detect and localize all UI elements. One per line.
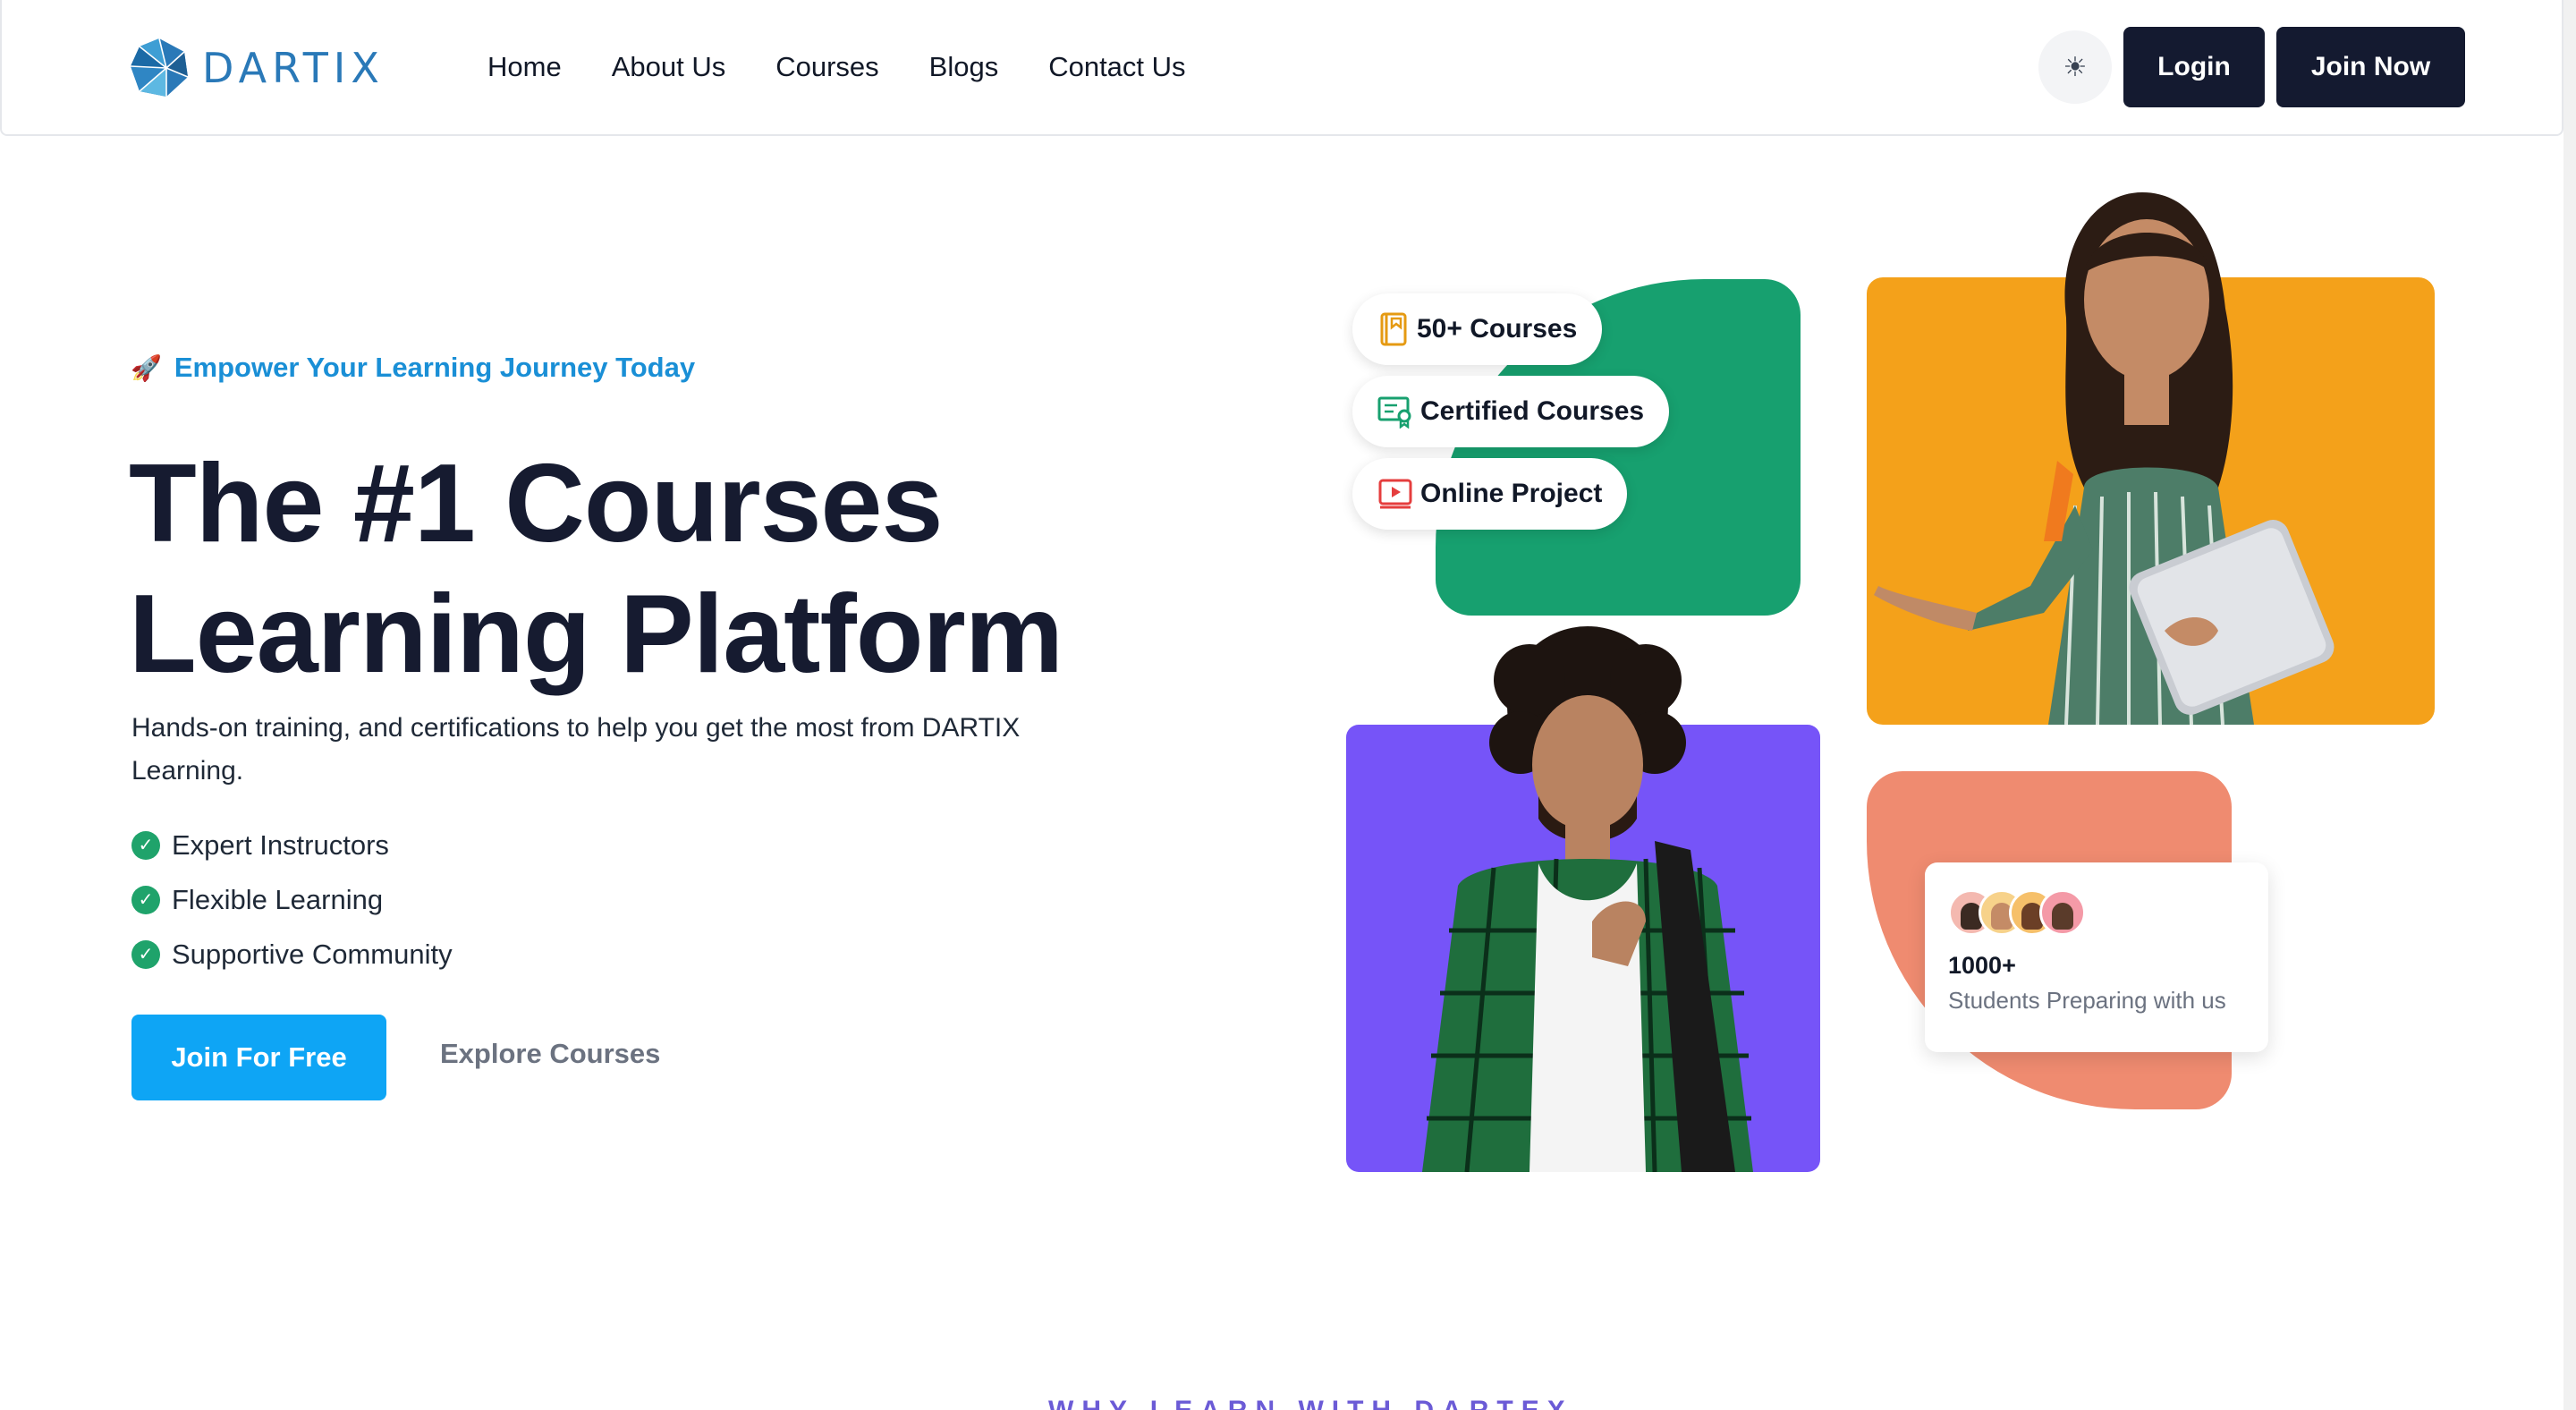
nav-home[interactable]: Home [487,47,562,88]
next-section-eyebrow: WHY LEARN WITH DARTEX [1048,1396,1573,1410]
hero-description: Hands-on training, and certifications to… [131,713,1021,786]
hero-title-line-2: Learning Platform [129,573,1063,696]
feature-list: ✓ Expert Instructors ✓ Flexible Learning… [131,818,453,981]
avatar [2039,889,2086,936]
hero-title-line-1: The #1 Courses [129,442,943,565]
main-nav: Home About Us Courses Blogs Contact Us [487,47,1236,88]
student-avatars [1948,889,2245,936]
nav-blogs[interactable]: Blogs [929,47,999,88]
students-count: 1000+ [1948,952,2016,979]
students-label: Students Preparing with us [1948,987,2226,1014]
video-icon [1378,479,1412,509]
feature-label: Flexible Learning [172,883,384,915]
nav-courses[interactable]: Courses [775,47,878,88]
certified-courses-badge: Certified Courses [1352,376,1670,447]
dartix-logo-icon [130,38,189,97]
online-project-badge: Online Project [1352,458,1628,530]
join-for-free-button[interactable]: Join For Free [131,1015,386,1100]
check-circle-icon: ✓ [131,939,160,969]
nav-about-us[interactable]: About Us [612,47,726,88]
book-icon [1380,312,1407,346]
scrollbar[interactable] [2563,0,2576,1410]
male-student-image [1422,626,1753,1172]
feature-item: ✓ Supportive Community [131,927,453,981]
feature-label: Supportive Community [172,938,453,970]
hero-tagline-text: Empower Your Learning Journey Today [174,352,696,383]
badge-label: Certified Courses [1420,396,1645,426]
site-header: DARTIX Home About Us Courses Blogs Conta… [0,0,2563,136]
brand-logo[interactable]: DARTIX [127,32,385,104]
sun-icon: ☀ [2063,52,2088,82]
hero-title: The #1 Courses Learning Platform [129,438,1292,700]
brand-name: DARTIX [202,44,385,92]
female-student-image [1874,192,2334,725]
students-stat-card: 1000+ Students Preparing with us [1925,862,2268,1052]
feature-item: ✓ Expert Instructors [131,818,453,872]
badge-label: Online Project [1420,479,1603,508]
join-now-button[interactable]: Join Now [2276,27,2465,107]
nav-contact-us[interactable]: Contact Us [1048,47,1185,88]
badge-label: 50+ Courses [1417,314,1578,344]
login-button[interactable]: Login [2123,27,2265,107]
rocket-icon: 🚀 [131,353,162,382]
theme-toggle-button[interactable]: ☀ [2038,30,2112,104]
courses-count-badge: 50+ Courses [1352,293,1603,365]
check-circle-icon: ✓ [131,830,160,860]
check-circle-icon: ✓ [131,885,160,914]
explore-courses-link[interactable]: Explore Courses [440,1038,660,1070]
feature-label: Expert Instructors [172,828,389,861]
certificate-icon [1377,396,1411,429]
feature-item: ✓ Flexible Learning [131,872,453,927]
hero-tagline: 🚀 Empower Your Learning Journey Today [131,352,695,384]
